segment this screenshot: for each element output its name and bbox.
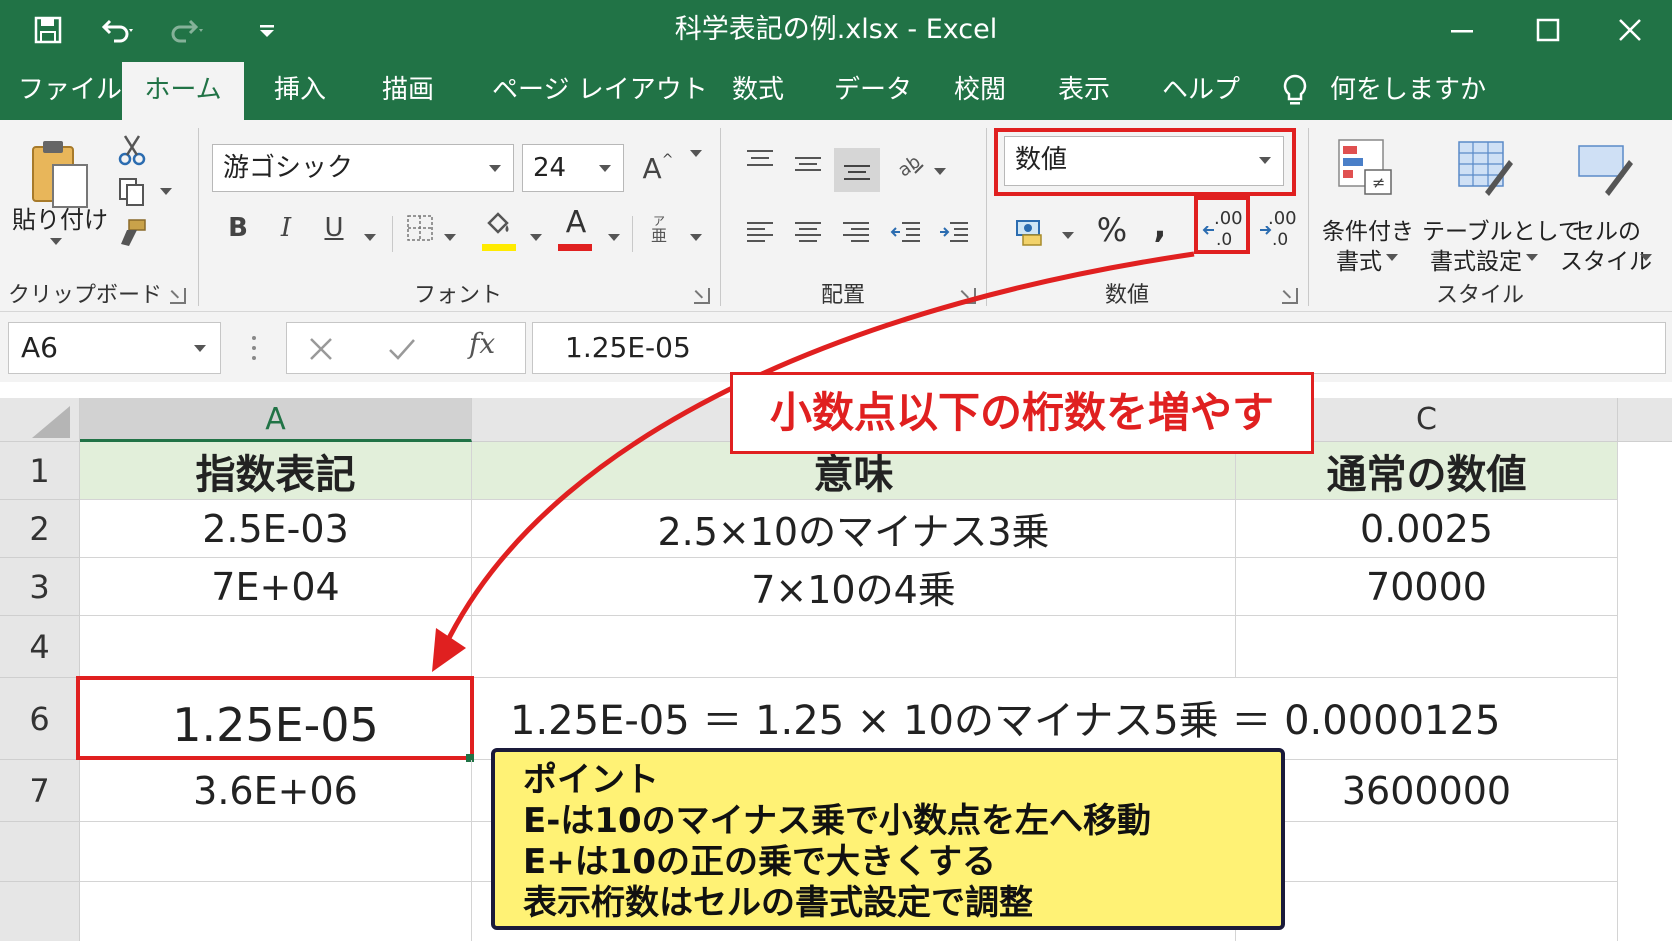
point-title: ポイント <box>523 760 659 800</box>
callout-increase-decimal: 小数点以下の桁数を増やす <box>730 372 1314 454</box>
point-line-1: E-は10のマイナス乗で小数点を左へ移動 <box>523 801 1151 841</box>
point-line-3: 表示桁数はセルの書式設定で調整 <box>523 883 1033 923</box>
point-line-2: E+は10の正の乗で大きくする <box>523 842 997 882</box>
point-note: ポイント E-は10のマイナス乗で小数点を左へ移動 E+は10の正の乗で大きくす… <box>491 748 1285 930</box>
